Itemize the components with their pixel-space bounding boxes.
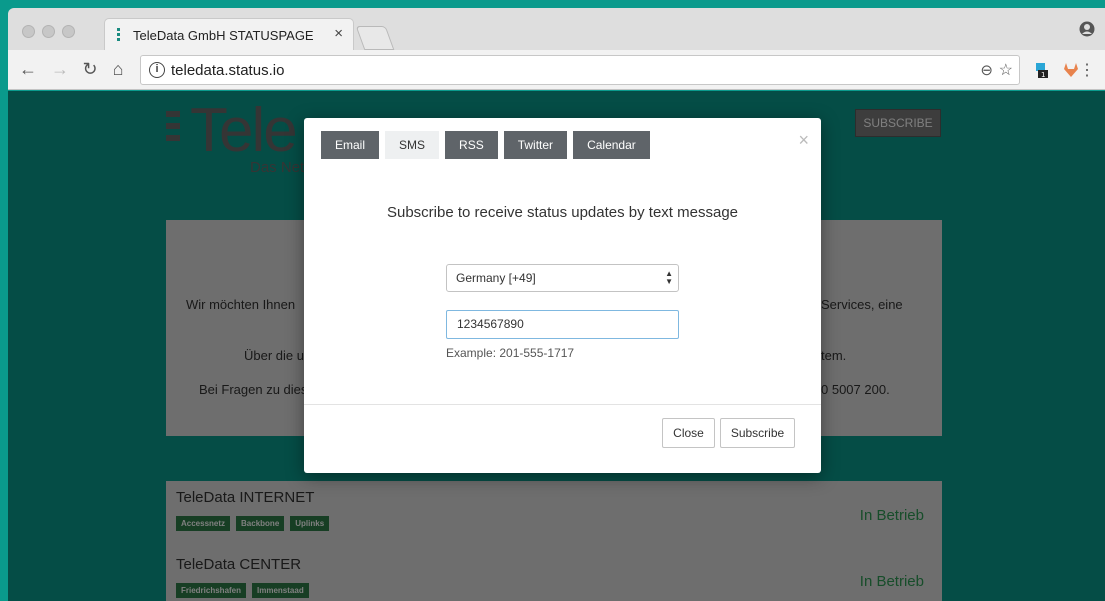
- minimize-window-button[interactable]: [42, 25, 55, 38]
- close-button[interactable]: Close: [662, 418, 715, 448]
- reload-icon[interactable]: ↻: [80, 59, 100, 80]
- maximize-window-button[interactable]: [62, 25, 75, 38]
- profile-icon[interactable]: [1079, 20, 1095, 38]
- phone-input[interactable]: 1234567890: [446, 310, 679, 339]
- country-select-value: Germany [+49]: [456, 271, 536, 285]
- modal-heading: Subscribe to receive status updates by t…: [386, 204, 739, 221]
- menu-icon[interactable]: ⋮: [1079, 60, 1095, 80]
- home-icon[interactable]: ⌂: [108, 59, 128, 80]
- address-bar[interactable]: i teledata.status.io ⊖ ☆: [140, 55, 1020, 85]
- tab-email[interactable]: Email: [321, 131, 380, 159]
- extension-icon[interactable]: 1: [1032, 61, 1050, 79]
- phone-example: Example: 201-555-1717: [446, 346, 575, 360]
- country-select[interactable]: Germany [+49] ▲ ▼: [446, 264, 679, 292]
- gitlab-icon[interactable]: [1062, 61, 1080, 79]
- tab-calendar[interactable]: Calendar: [573, 131, 650, 159]
- modal-tabs: Email SMS RSS Twitter Calendar: [321, 131, 650, 159]
- browser-tab-bar: TeleData GmbH STATUSPAGE ×: [8, 8, 1105, 50]
- new-tab-button[interactable]: [355, 26, 395, 50]
- subscribe-modal: Email SMS RSS Twitter Calendar × Subscri…: [304, 118, 821, 473]
- tab-rss[interactable]: RSS: [445, 131, 498, 159]
- favicon-icon: [117, 28, 127, 42]
- forward-icon[interactable]: →: [50, 59, 70, 80]
- info-icon[interactable]: i: [149, 62, 165, 78]
- modal-close-icon[interactable]: ×: [798, 130, 809, 151]
- back-icon[interactable]: ←: [18, 59, 38, 80]
- close-window-button[interactable]: [22, 25, 35, 38]
- tab-twitter[interactable]: Twitter: [503, 131, 568, 159]
- tab-title: TeleData GmbH STATUSPAGE: [133, 28, 314, 43]
- svg-text:1: 1: [1041, 71, 1045, 79]
- tab-close-icon[interactable]: ×: [334, 25, 343, 42]
- browser-tab[interactable]: TeleData GmbH STATUSPAGE ×: [104, 18, 354, 50]
- zoom-icon[interactable]: ⊖: [980, 61, 993, 79]
- modal-divider: [304, 404, 821, 405]
- subscribe-button[interactable]: Subscribe: [720, 418, 795, 448]
- browser-toolbar: ← → ↻ ⌂ i teledata.status.io ⊖ ☆ 1 ⋮: [8, 50, 1105, 90]
- url-text: teledata.status.io: [171, 62, 285, 79]
- star-icon[interactable]: ☆: [999, 60, 1013, 80]
- select-arrows-icon: ▲ ▼: [665, 269, 673, 286]
- tab-sms[interactable]: SMS: [385, 131, 440, 159]
